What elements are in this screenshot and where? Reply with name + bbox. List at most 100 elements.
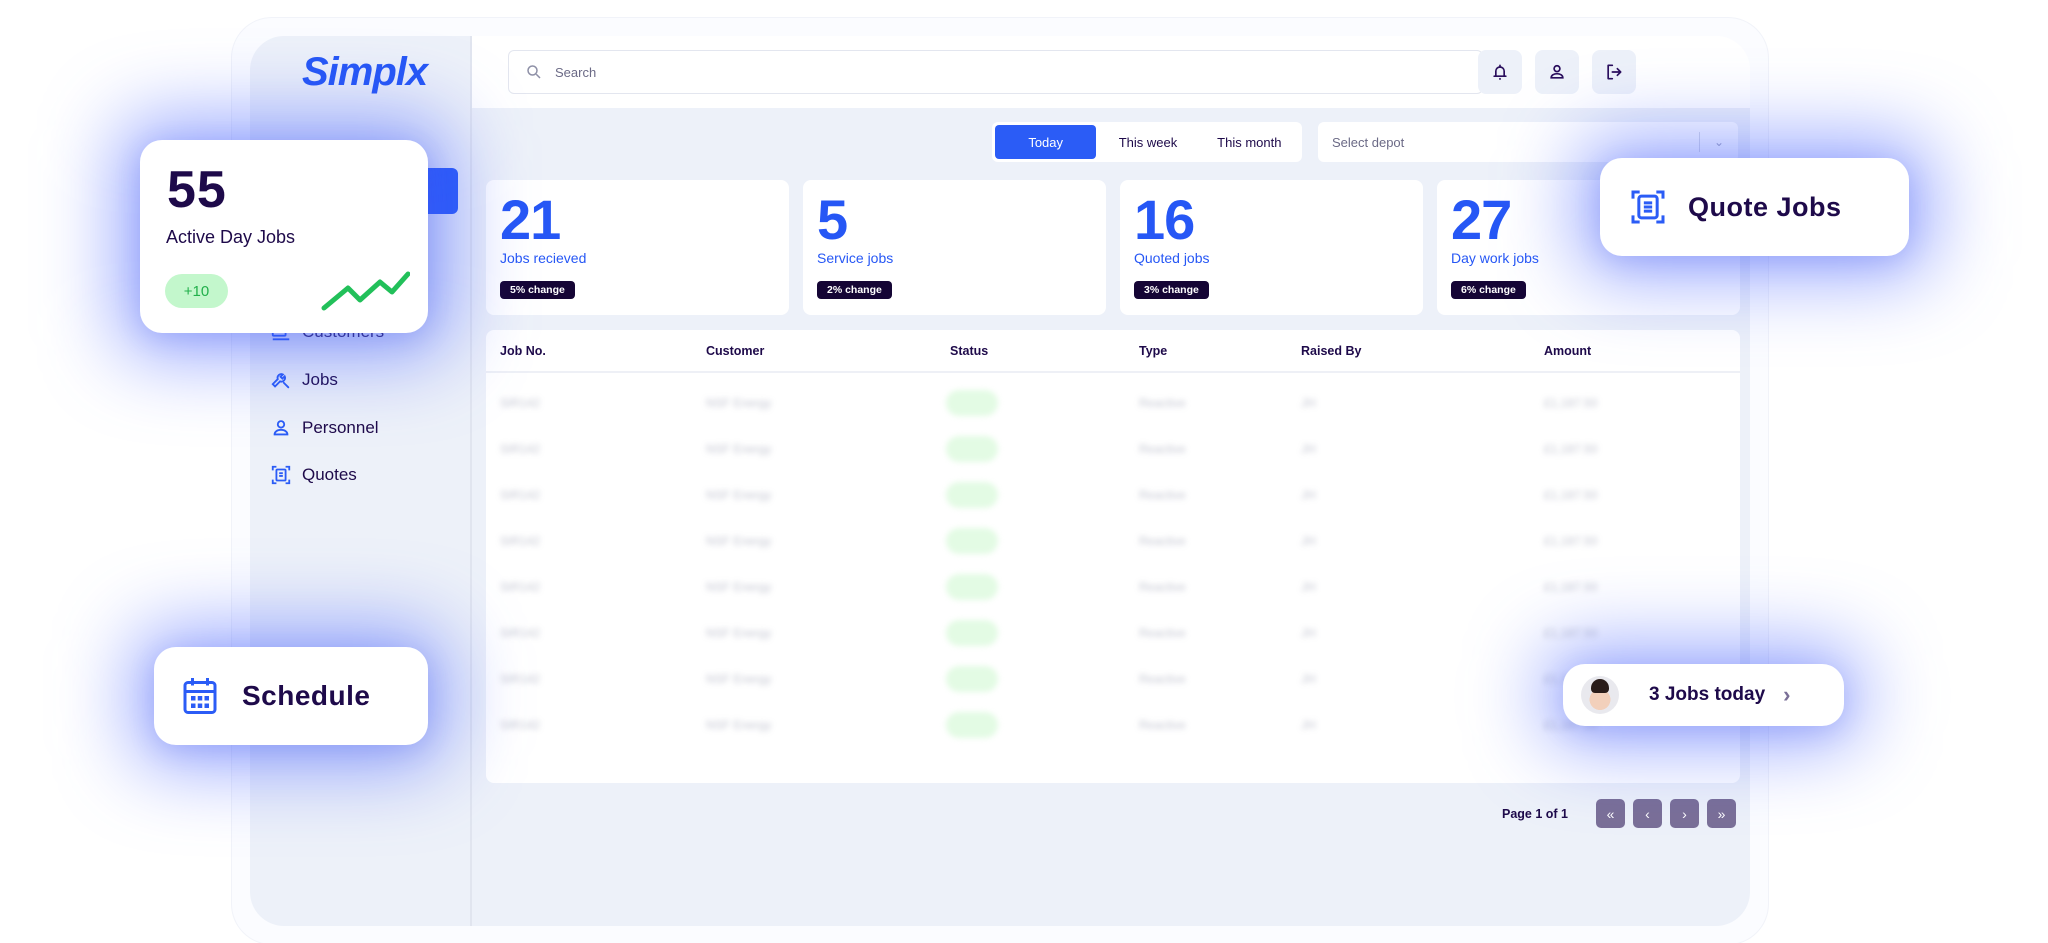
next-page-button[interactable]: › <box>1670 799 1699 828</box>
table-row[interactable]: SIR142 NSF Energy Reactive JH £1,187.50 <box>486 426 1740 472</box>
cell-amount: £1,187.50 <box>1544 488 1598 502</box>
status-badge <box>946 528 998 554</box>
change-badge: 3% change <box>1134 281 1209 299</box>
trend-up-icon <box>321 271 410 311</box>
cell-job-no: SIR142 <box>500 442 541 456</box>
document-scan-icon <box>271 465 291 485</box>
tab-this-month[interactable]: This month <box>1200 125 1299 159</box>
cell-raised-by: JH <box>1301 488 1316 502</box>
stats-row: 21 Jobs recieved 5% change 5 Service job… <box>486 180 1740 315</box>
avatar <box>1581 676 1619 714</box>
user-icon <box>1550 64 1564 79</box>
cell-type: Reactive <box>1139 580 1186 594</box>
cell-raised-by: JH <box>1301 442 1316 456</box>
sidebar-item-personnel[interactable]: Personnel <box>270 414 379 442</box>
jobs-today-label: 3 Jobs today <box>1649 684 1766 705</box>
user-icon <box>273 420 289 436</box>
logout-icon <box>1607 64 1622 80</box>
cell-amount: £1,187.50 <box>1544 580 1598 594</box>
stat-label: Service jobs <box>817 250 894 266</box>
logo[interactable]: Simplx <box>302 50 428 95</box>
status-badge <box>946 482 998 508</box>
stat-card-service-jobs[interactable]: 5 Service jobs 2% change <box>803 180 1106 315</box>
sidebar-item-label: Personnel <box>302 418 379 437</box>
table-row[interactable]: SIR142 NSF Energy Reactive JH £1,187.50 <box>486 564 1740 610</box>
table-row[interactable]: SIR142 NSF Energy Reactive JH £1,187.50 <box>486 380 1740 426</box>
cell-job-no: SIR142 <box>500 672 541 686</box>
schedule-label: Schedule <box>242 680 371 711</box>
tab-this-week[interactable]: This week <box>1096 125 1199 159</box>
cell-type: Reactive <box>1139 626 1186 640</box>
prev-page-button[interactable]: ‹ <box>1633 799 1662 828</box>
pagination: Page 1 of 1 « ‹ › » <box>1502 799 1736 828</box>
quote-jobs-card[interactable]: Quote Jobs <box>1600 158 1909 256</box>
schedule-card[interactable]: Schedule <box>154 647 428 745</box>
status-badge <box>946 436 998 462</box>
tab-today[interactable]: Today <box>995 125 1097 159</box>
sidebar-item-label: Quotes <box>302 465 357 484</box>
sidebar-item-quotes[interactable]: Quotes <box>270 461 357 489</box>
search-box[interactable] <box>508 50 1483 94</box>
main-content: Today This week This month Select depot … <box>472 108 1750 926</box>
last-page-button[interactable]: » <box>1707 799 1736 828</box>
column-header-type[interactable]: Type <box>1139 344 1167 358</box>
table-row[interactable]: SIR142 NSF Energy Reactive JH £1,187.50 <box>486 518 1740 564</box>
cell-customer: NSF Energy <box>706 396 772 410</box>
cell-customer: NSF Energy <box>706 488 772 502</box>
search-input[interactable] <box>555 64 1455 80</box>
first-page-button[interactable]: « <box>1596 799 1625 828</box>
cell-job-no: SIR142 <box>500 580 541 594</box>
cell-job-no: SIR142 <box>500 396 541 410</box>
cell-amount: £1,187.50 <box>1544 534 1598 548</box>
table-row[interactable]: SIR142 NSF Energy Reactive JH £1,187.50 <box>486 472 1740 518</box>
cell-amount: £1,187.50 <box>1544 626 1598 640</box>
status-badge <box>946 574 998 600</box>
cell-type: Reactive <box>1139 488 1186 502</box>
cell-job-no: SIR142 <box>500 534 541 548</box>
cell-customer: NSF Energy <box>706 718 772 732</box>
cell-type: Reactive <box>1139 718 1186 732</box>
jobs-today-card[interactable]: 3 Jobs today › <box>1563 664 1844 726</box>
column-header-job-no[interactable]: Job No. <box>500 344 546 358</box>
chevron-right-icon[interactable]: › <box>1783 682 1790 708</box>
period-tabs: Today This week This month <box>992 122 1302 162</box>
stat-card-quoted-jobs[interactable]: 16 Quoted jobs 3% change <box>1120 180 1423 315</box>
topbar <box>472 36 1750 108</box>
cell-raised-by: JH <box>1301 580 1316 594</box>
logout-button[interactable] <box>1592 50 1636 94</box>
document-scan-icon <box>1631 190 1665 224</box>
depot-select-placeholder: Select depot <box>1332 134 1405 150</box>
sidebar-item-label: Jobs <box>302 370 338 389</box>
table-row[interactable]: SIR142 NSF Energy Reactive JH £1,187.50 <box>486 610 1740 656</box>
cell-raised-by: JH <box>1301 626 1316 640</box>
cell-raised-by: JH <box>1301 534 1316 548</box>
cell-type: Reactive <box>1139 534 1186 548</box>
cell-type: Reactive <box>1139 672 1186 686</box>
cell-customer: NSF Energy <box>706 580 772 594</box>
cell-raised-by: JH <box>1301 672 1316 686</box>
active-day-jobs-card[interactable]: 55 Active Day Jobs +10 <box>140 140 428 333</box>
table-header: Job No. Customer Status Type Raised By A… <box>486 330 1740 373</box>
column-header-status[interactable]: Status <box>950 344 988 358</box>
stat-label: Jobs recieved <box>500 250 587 266</box>
notifications-button[interactable] <box>1478 50 1522 94</box>
column-header-raised-by[interactable]: Raised By <box>1301 344 1361 358</box>
search-icon <box>527 65 541 79</box>
cell-customer: NSF Energy <box>706 534 772 548</box>
status-badge <box>946 712 998 738</box>
cell-amount: £1,187.50 <box>1544 396 1598 410</box>
change-badge: 5% change <box>500 281 575 299</box>
cell-job-no: SIR142 <box>500 626 541 640</box>
stat-label: Quoted jobs <box>1134 250 1210 266</box>
stat-card-jobs-received[interactable]: 21 Jobs recieved 5% change <box>486 180 789 315</box>
quote-jobs-label: Quote Jobs <box>1688 191 1842 222</box>
sidebar-item-jobs[interactable]: Jobs <box>270 366 338 394</box>
cell-customer: NSF Energy <box>706 442 772 456</box>
column-header-amount[interactable]: Amount <box>1544 344 1591 358</box>
cell-type: Reactive <box>1139 396 1186 410</box>
stat-value: 16 <box>1134 188 1195 251</box>
status-badge <box>946 666 998 692</box>
profile-button[interactable] <box>1535 50 1579 94</box>
cell-raised-by: JH <box>1301 396 1316 410</box>
column-header-customer[interactable]: Customer <box>706 344 764 358</box>
